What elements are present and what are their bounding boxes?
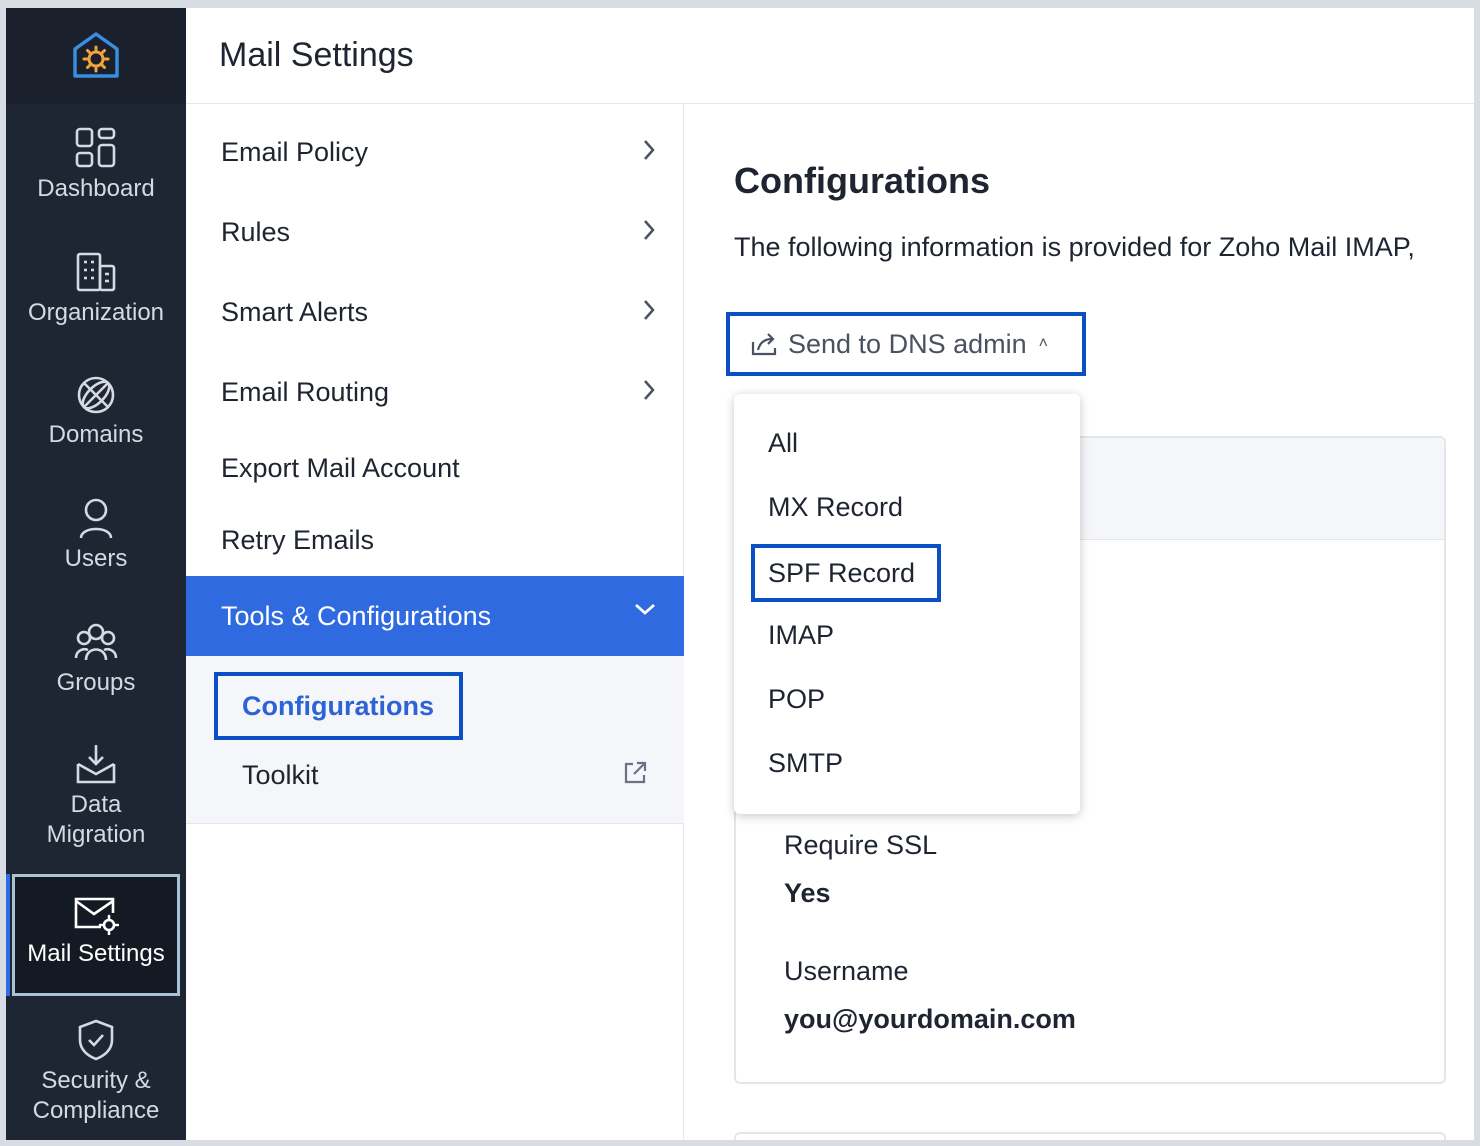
active-indicator (6, 874, 10, 996)
inbox-download-icon (76, 745, 116, 784)
dropdown-item-pop[interactable]: POP (768, 684, 825, 715)
chevron-right-icon (644, 300, 655, 320)
nav-item-smart-alerts[interactable]: Smart Alerts (186, 282, 684, 342)
settings-nav: Email Policy Rules Smart Alerts Email Ro… (186, 104, 684, 1140)
user-icon (79, 498, 113, 539)
section-title: Configurations (734, 160, 990, 201)
rail-item-label: Groups (56, 669, 136, 696)
globe-icon (77, 376, 115, 414)
nav-item-label: Smart Alerts (221, 296, 369, 327)
external-link-icon (624, 761, 647, 784)
dashboard-icon (75, 127, 116, 168)
dropdown-item-all[interactable]: All (768, 428, 798, 459)
rail-item-label: Data Migration (46, 791, 146, 848)
chevron-right-icon (644, 380, 655, 400)
page-header: Mail Settings (186, 8, 1474, 104)
nav-item-label: Export Mail Account (221, 452, 460, 483)
submenu-item-label: Configurations (242, 690, 434, 721)
section-description: The following information is provided fo… (734, 232, 1415, 262)
field-label-require-ssl: Require SSL (784, 830, 938, 860)
rail-item-groups[interactable]: Groups (6, 620, 186, 698)
chevron-down-icon (635, 603, 655, 615)
dropdown-item-mx-record[interactable]: MX Record (768, 492, 903, 523)
nav-item-rules[interactable]: Rules (186, 202, 684, 262)
group-icon (74, 623, 118, 661)
dropdown-item-imap[interactable]: IMAP (768, 620, 834, 651)
dropdown-item-label: SPF Record (768, 557, 916, 588)
nav-item-label: Email Policy (221, 136, 369, 167)
nav-item-label: Email Routing (221, 376, 390, 407)
dropdown-item-spf-record[interactable]: SPF Record (751, 544, 941, 602)
nav-item-email-policy[interactable]: Email Policy (186, 122, 684, 182)
app-window: Dashboard Organization Domains Users Gro… (6, 8, 1474, 1140)
left-rail: Dashboard Organization Domains Users Gro… (6, 8, 186, 1140)
nav-item-export-mail-account[interactable]: Export Mail Account (186, 438, 684, 498)
rail-item-dashboard[interactable]: Dashboard (6, 126, 186, 204)
nav-item-tools-configurations[interactable]: Tools & Configurations (186, 576, 684, 656)
submenu-item-toolkit[interactable]: Toolkit (242, 760, 647, 791)
dns-button-label: Send to DNS admin (788, 328, 1027, 359)
rail-item-label: Organization (27, 299, 165, 326)
chevron-right-icon (644, 220, 655, 240)
dns-record-dropdown: All MX Record SPF Record IMAP POP SMTP (734, 394, 1080, 814)
admin-console-icon (73, 32, 119, 78)
rail-item-data-migration[interactable]: Data Migration (6, 742, 186, 850)
nav-item-retry-emails[interactable]: Retry Emails (186, 510, 684, 570)
nav-item-email-routing[interactable]: Email Routing (186, 362, 684, 422)
chevron-right-icon (644, 140, 655, 160)
main-content: Configurations The following information… (685, 104, 1474, 1140)
submenu-item-configurations[interactable]: Configurations (214, 672, 463, 740)
page-title: Mail Settings (219, 36, 414, 74)
nav-item-label: Rules (221, 216, 291, 247)
mail-settings-icon (74, 897, 119, 935)
field-value-require-ssl: Yes (784, 878, 831, 908)
submenu-item-label: Toolkit (242, 760, 319, 790)
field-label-username: Username (784, 956, 909, 986)
send-to-dns-admin-button[interactable]: Send to DNS admin ˄ (726, 312, 1086, 376)
tools-submenu: Configurations Toolkit (186, 656, 684, 824)
building-icon (76, 252, 116, 292)
rail-item-users[interactable]: Users (6, 496, 186, 574)
rail-item-label: Dashboard (37, 175, 155, 202)
field-value-username: you@yourdomain.com (784, 1004, 1076, 1034)
caret-up-icon: ˄ (1038, 335, 1048, 352)
rail-item-label: Security & Compliance (32, 1067, 160, 1124)
app-logo[interactable] (6, 8, 186, 104)
share-icon (751, 333, 777, 356)
rail-item-domains[interactable]: Domains (6, 374, 186, 450)
dropdown-item-smtp[interactable]: SMTP (768, 748, 843, 779)
nav-item-label: Tools & Configurations (221, 600, 492, 631)
rail-item-label: Users (64, 545, 128, 572)
shield-check-icon (78, 1019, 114, 1061)
rail-item-security-compliance[interactable]: Security & Compliance (6, 1018, 186, 1126)
rail-item-organization[interactable]: Organization (6, 250, 186, 328)
rail-item-label: Domains (48, 421, 144, 448)
rail-item-mail-settings[interactable]: Mail Settings (12, 874, 180, 996)
rail-item-label: Mail Settings (27, 940, 165, 967)
nav-item-label: Retry Emails (221, 524, 375, 555)
configuration-card-next (734, 1132, 1446, 1140)
